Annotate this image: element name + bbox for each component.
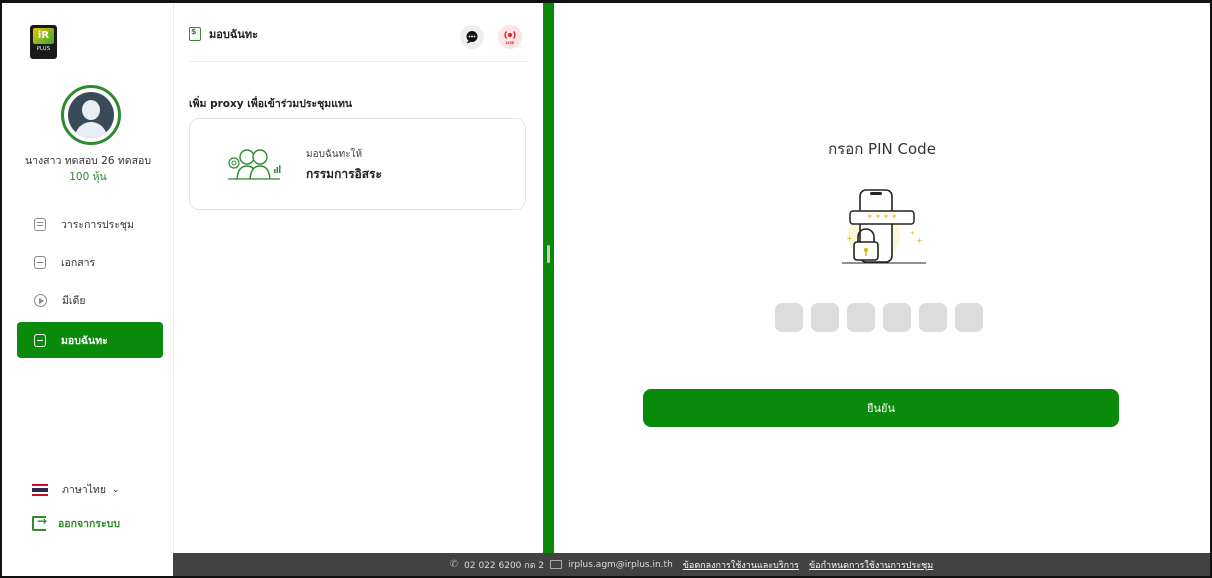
proxy-heading: เพิ่ม proxy เพื่อเข้าร่วมประชุมแทน (189, 98, 353, 110)
logout-label: ออกจากระบบ (58, 518, 120, 530)
phone-pin-lock-icon: * * * * + + + (842, 189, 926, 264)
svg-text:+: + (910, 230, 915, 237)
live-broadcast-icon: LIVE (504, 31, 516, 45)
sidebar-item-documents[interactable]: เอกสาร (17, 244, 163, 280)
proxy-document-icon (34, 333, 46, 347)
avatar (61, 85, 121, 145)
live-label: LIVE (506, 41, 515, 45)
group-people-icon (228, 149, 281, 180)
pin-digit-input[interactable] (919, 303, 947, 332)
sidebar-item-agenda[interactable]: วาระการประชุม (17, 206, 163, 242)
user-silhouette-icon (68, 92, 114, 138)
language-label: ภาษาไทย (62, 484, 106, 496)
pin-input-group (775, 303, 983, 332)
footer-email[interactable]: irplus.agm@irplus.in.th (568, 560, 673, 570)
svg-text:+: + (916, 236, 923, 245)
pin-digit-input[interactable] (847, 303, 875, 332)
resize-handle[interactable] (547, 245, 550, 263)
proxy-document-icon (189, 27, 201, 41)
terms-link[interactable]: ข้อตกลงการใช้งานและบริการ (683, 558, 799, 572)
pin-digit-input[interactable] (775, 303, 803, 332)
chat-bubble-icon (466, 31, 478, 44)
pin-digit-input[interactable] (955, 303, 983, 332)
footer: ✆ 02 022 6200 กด 2 irplus.agm@irplus.in.… (173, 553, 1210, 576)
panel-title: มอบฉันทะ (209, 28, 259, 41)
chevron-down-icon: ⌄ (112, 484, 120, 495)
media-play-icon (34, 293, 47, 307)
panel-separator (543, 3, 554, 553)
confirm-button[interactable]: ยืนยัน (643, 389, 1119, 427)
meeting-terms-link[interactable]: ข้อกำหนดการใช้งานการประชุม (809, 558, 933, 572)
footer-phone: 02 022 6200 กด 2 (464, 560, 545, 571)
irplus-logo[interactable]: iR PLUS (30, 25, 57, 59)
pin-title: กรอก PIN Code (828, 140, 936, 158)
divider (189, 61, 529, 62)
sidebar-item-label: มีเดีย (62, 294, 86, 307)
chat-button[interactable] (460, 25, 484, 49)
language-selector[interactable]: ภาษาไทย ⌄ (32, 481, 120, 498)
logo-mark: iR (33, 28, 54, 44)
mail-icon (550, 560, 563, 569)
sidebar-item-media[interactable]: มีเดีย (17, 282, 163, 318)
live-button[interactable]: LIVE (498, 25, 522, 49)
card-title: กรรมการอิสระ (306, 167, 382, 181)
agenda-icon (34, 217, 46, 231)
phone-icon: ✆ (449, 559, 459, 570)
panel-header: มอบฉันทะ (189, 25, 258, 43)
svg-text:* * * *: * * * * (867, 213, 897, 224)
sidebar-item-label: วาระการประชุม (61, 218, 134, 231)
pin-digit-input[interactable] (811, 303, 839, 332)
sidebar: iR PLUS นางสาว ทดสอบ 26 ทดสอบ 100 หุ้น ว… (2, 3, 174, 553)
proxy-option-card[interactable]: มอบฉันทะให้ กรรมการอิสระ (189, 118, 526, 210)
thai-flag-icon (32, 483, 48, 496)
pin-panel: กรอก PIN Code * * * * + + + ยืนยัน (554, 3, 1210, 553)
logo-sub: PLUS (36, 46, 51, 52)
sidebar-item-label: มอบฉันทะ (61, 334, 108, 347)
document-icon (34, 255, 46, 269)
pin-digit-input[interactable] (883, 303, 911, 332)
logout-button[interactable]: ออกจากระบบ (32, 514, 120, 532)
svg-text:+: + (846, 234, 853, 243)
card-subtitle: มอบฉันทะให้ (306, 149, 363, 160)
logout-icon (32, 514, 47, 531)
user-name: นางสาว ทดสอบ 26 ทดสอบ (24, 155, 151, 167)
sidebar-item-proxy[interactable]: มอบฉันทะ (17, 322, 163, 358)
user-shares: 100 หุ้น (69, 171, 107, 183)
sidebar-item-label: เอกสาร (61, 256, 96, 269)
proxy-panel: มอบฉันทะ LIVE เพิ่ม proxy เพื่อเข้าร่วมป… (175, 3, 543, 553)
